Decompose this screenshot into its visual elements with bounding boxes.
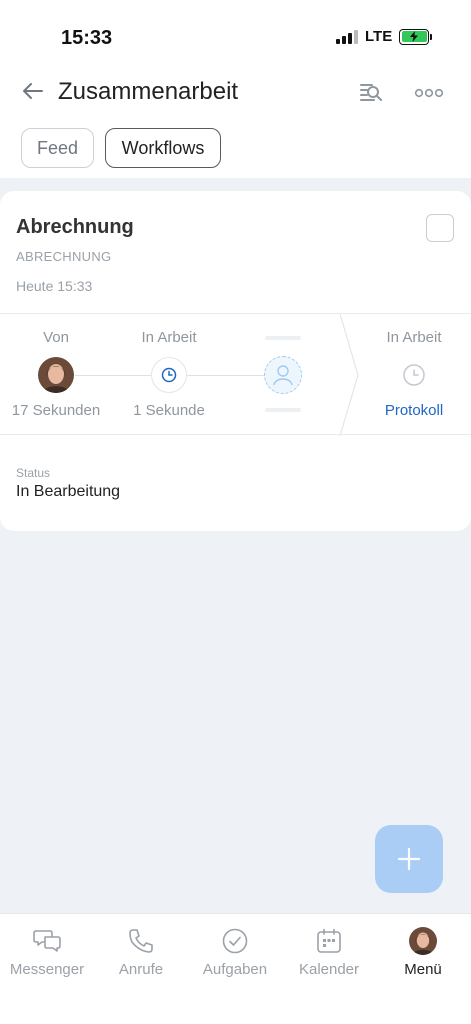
step-inwork-duration: 1 Sekunde <box>133 402 205 419</box>
nav-label: Kalender <box>298 961 360 978</box>
search-filter-icon[interactable] <box>356 79 384 107</box>
protocol-link[interactable]: Protokoll <box>374 402 454 419</box>
avatar[interactable] <box>38 357 74 393</box>
workflow-card[interactable]: Abrechnung ABRECHNUNG Heute 15:33 Von 17… <box>0 191 471 531</box>
status-time: 15:33 <box>61 27 113 49</box>
nav-label: Messenger <box>9 961 85 978</box>
tab-feed[interactable]: Feed <box>21 128 94 168</box>
nav-calendar[interactable]: Kalender <box>282 914 376 994</box>
page-title: Zusammenarbeit <box>58 78 239 105</box>
battery-icon <box>399 28 433 45</box>
divider <box>0 313 471 314</box>
add-button[interactable] <box>375 825 443 893</box>
status-value: In Bearbeitung <box>16 483 121 500</box>
calendar-icon <box>315 927 343 955</box>
placeholder-label <box>265 336 301 340</box>
clock-icon <box>151 357 187 393</box>
avatar <box>409 927 437 955</box>
bottom-nav: Messenger Anrufe Aufgaben Kalender Menü <box>0 913 471 1024</box>
card-date: Heute 15:33 <box>16 278 93 294</box>
card-subtitle: ABRECHNUNG <box>16 249 112 264</box>
step-connector <box>75 375 151 376</box>
step-next-label: In Arbeit <box>386 329 442 346</box>
signal-icon <box>336 29 358 44</box>
chevron-divider <box>339 314 359 436</box>
step-inwork-label: In Arbeit <box>141 329 197 346</box>
divider <box>0 434 471 435</box>
chat-icon <box>33 927 61 955</box>
select-checkbox[interactable] <box>426 214 454 242</box>
tab-workflows[interactable]: Workflows <box>105 128 221 168</box>
nav-messenger[interactable]: Messenger <box>0 914 94 994</box>
network-label: LTE <box>365 28 393 45</box>
plus-icon <box>397 847 421 871</box>
step-from-label: Von <box>43 329 69 346</box>
nav-label: Anrufe <box>118 961 164 978</box>
nav-menu[interactable]: Menü <box>376 914 470 994</box>
nav-label: Aufgaben <box>202 961 268 978</box>
back-arrow-icon[interactable] <box>20 78 46 104</box>
nav-tasks[interactable]: Aufgaben <box>188 914 282 994</box>
clock-icon <box>403 364 425 386</box>
placeholder-sub <box>265 408 301 412</box>
card-title: Abrechnung <box>16 216 134 238</box>
step-connector <box>187 375 264 376</box>
status-label: Status <box>16 466 51 480</box>
phone-icon <box>127 927 155 955</box>
step-from-duration: 17 Sekunden <box>11 402 101 419</box>
nav-label: Menü <box>404 961 442 978</box>
status-icons: LTE <box>336 28 433 45</box>
check-circle-icon <box>221 927 249 955</box>
top-bar: 15:33 LTE Zusammenarbeit Feed Workflows <box>0 0 471 178</box>
nav-calls[interactable]: Anrufe <box>94 914 188 994</box>
user-placeholder-icon[interactable] <box>264 356 302 394</box>
more-icon[interactable] <box>414 86 444 100</box>
